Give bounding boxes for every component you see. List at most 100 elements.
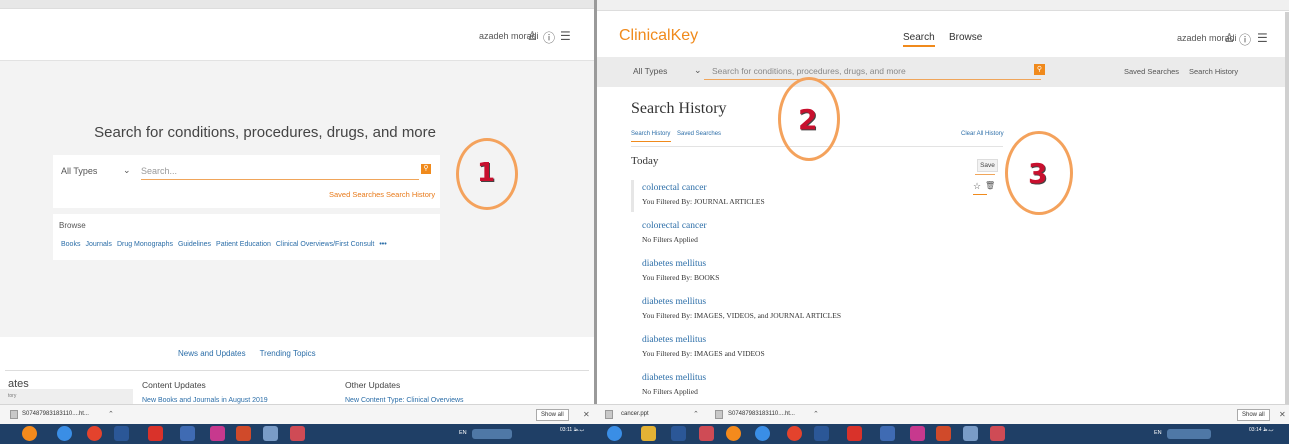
- nav-search[interactable]: Search: [903, 32, 935, 47]
- nav-browse[interactable]: Browse: [949, 32, 982, 43]
- close-icon[interactable]: ✕: [583, 410, 590, 419]
- chevron-down-icon[interactable]: ⌄: [123, 165, 131, 176]
- history-entry[interactable]: diabetes mellitus You Filtered By: IMAGE…: [642, 297, 841, 320]
- chrome-icon[interactable]: [87, 426, 102, 441]
- history-query[interactable]: colorectal cancer: [642, 183, 765, 193]
- history-query[interactable]: colorectal cancer: [642, 221, 707, 231]
- media-icon[interactable]: [210, 426, 225, 441]
- firefox-icon[interactable]: [726, 426, 741, 441]
- close-icon[interactable]: ✕: [1279, 410, 1286, 419]
- word-icon[interactable]: [814, 426, 829, 441]
- acrobat-icon[interactable]: [148, 426, 163, 441]
- ie-icon[interactable]: [755, 426, 770, 441]
- tab-news-and-updates[interactable]: News and Updates: [178, 349, 246, 358]
- file-icon: [715, 410, 723, 419]
- explorer-icon[interactable]: [180, 426, 195, 441]
- history-entry[interactable]: diabetes mellitus You Filtered By: BOOKS: [642, 259, 719, 282]
- right-header: ClinicalKey Search Browse azadeh moradi …: [597, 11, 1289, 57]
- browse-link-books[interactable]: Books: [61, 241, 80, 248]
- history-entry[interactable]: diabetes mellitus No Filters Applied: [642, 373, 706, 396]
- tab-trending-topics[interactable]: Trending Topics: [260, 349, 316, 358]
- start-icon[interactable]: [607, 426, 622, 441]
- language-indicator[interactable]: EN: [459, 430, 467, 436]
- history-filter: You Filtered By: BOOKS: [642, 273, 720, 282]
- paint-icon[interactable]: [290, 426, 305, 441]
- history-entry[interactable]: colorectal cancer No Filters Applied: [642, 221, 707, 244]
- history-query[interactable]: diabetes mellitus: [642, 335, 765, 345]
- other-updates-item[interactable]: New Content Type: Clinical Overviews: [345, 397, 464, 404]
- show-all-button[interactable]: Show all: [536, 409, 569, 421]
- help-icon[interactable]: ⓘ: [1239, 31, 1251, 48]
- word-icon[interactable]: [114, 426, 129, 441]
- page-title: Search History: [631, 100, 727, 117]
- tray-icons[interactable]: [472, 429, 512, 439]
- tab-search-history[interactable]: Search History: [631, 131, 670, 137]
- ie-icon[interactable]: [57, 426, 72, 441]
- history-entry[interactable]: diabetes mellitus You Filtered By: IMAGE…: [642, 335, 765, 358]
- user-icon[interactable]: ♙: [527, 29, 538, 43]
- footer-side-panel: [0, 389, 133, 404]
- app-icon[interactable]: [963, 426, 978, 441]
- section-today: Today: [631, 155, 659, 167]
- browse-link-patient-education[interactable]: Patient Education: [216, 241, 271, 248]
- right-download-bar: cancer.ppt ⌃ S07487983183110....ht... ⌃ …: [597, 404, 1289, 424]
- app-icon[interactable]: [699, 426, 714, 441]
- type-select[interactable]: All Types: [61, 166, 97, 176]
- clear-all-history-link[interactable]: Clear All History: [961, 131, 1004, 137]
- right-browser-window: ClinicalKey Search Browse azadeh moradi …: [597, 0, 1289, 404]
- explorer-icon[interactable]: [880, 426, 895, 441]
- chrome-icon[interactable]: [787, 426, 802, 441]
- saved-searches-link[interactable]: Saved Searches: [329, 190, 384, 199]
- caret-up-icon[interactable]: ⌃: [108, 410, 114, 418]
- browse-link-drug-monographs[interactable]: Drug Monographs: [117, 241, 173, 248]
- browse-link-journals[interactable]: Journals: [85, 241, 111, 248]
- clock[interactable]: 03:11 ب.ظ: [560, 427, 584, 433]
- right-scrollbar[interactable]: [1285, 12, 1289, 404]
- history-query[interactable]: diabetes mellitus: [642, 297, 841, 307]
- search-history-link[interactable]: Search History: [1189, 67, 1238, 76]
- search-history-link[interactable]: Search History: [386, 190, 435, 199]
- chevron-down-icon[interactable]: ⌄: [694, 65, 702, 76]
- history-entry[interactable]: colorectal cancer You Filtered By: JOURN…: [642, 183, 765, 206]
- content-updates-item[interactable]: New Books and Journals in August 2019: [142, 397, 268, 404]
- search-button[interactable]: ⚲: [421, 164, 431, 174]
- type-select[interactable]: All Types: [633, 66, 667, 76]
- browse-link-clinical-overviews[interactable]: Clinical Overviews/First Consult: [276, 241, 374, 248]
- media-icon[interactable]: [910, 426, 925, 441]
- hover-indicator: [631, 180, 634, 212]
- powerpoint-icon[interactable]: [236, 426, 251, 441]
- language-indicator[interactable]: EN: [1154, 430, 1162, 436]
- show-all-button[interactable]: Show all: [1237, 409, 1270, 421]
- star-icon[interactable]: ☆: [973, 181, 981, 192]
- tray-icons[interactable]: [1167, 429, 1211, 439]
- history-query[interactable]: diabetes mellitus: [642, 373, 706, 383]
- search-input[interactable]: Search...: [141, 166, 177, 176]
- saved-searches-link[interactable]: Saved Searches: [1124, 67, 1179, 76]
- download-file[interactable]: S07487983183110....ht...: [728, 411, 795, 417]
- more-icon[interactable]: •••: [379, 241, 386, 248]
- user-icon[interactable]: ♙: [1224, 31, 1235, 45]
- menu-icon[interactable]: ☰: [1257, 31, 1268, 45]
- clock[interactable]: 03:14 ب.ظ: [1249, 427, 1274, 433]
- tab-saved-searches[interactable]: Saved Searches: [677, 131, 721, 137]
- download-file[interactable]: S07487983183110....ht...: [22, 411, 89, 417]
- app-icon[interactable]: [263, 426, 278, 441]
- caret-up-icon[interactable]: ⌃: [813, 410, 819, 418]
- history-query[interactable]: diabetes mellitus: [642, 259, 719, 269]
- app-icon[interactable]: [671, 426, 686, 441]
- menu-icon[interactable]: ☰: [560, 29, 571, 43]
- powerpoint-icon[interactable]: [936, 426, 951, 441]
- clinicalkey-logo[interactable]: ClinicalKey: [619, 27, 698, 45]
- search-button[interactable]: ⚲: [1034, 64, 1045, 75]
- trash-icon[interactable]: 🗑: [985, 181, 995, 190]
- browse-link-guidelines[interactable]: Guidelines: [178, 241, 211, 248]
- acrobat-icon[interactable]: [847, 426, 862, 441]
- paint-icon[interactable]: [990, 426, 1005, 441]
- search-input[interactable]: Search for conditions, procedures, drugs…: [712, 66, 906, 76]
- help-icon[interactable]: ⓘ: [543, 29, 555, 46]
- firefox-icon[interactable]: [22, 426, 37, 441]
- folder-icon[interactable]: [641, 426, 656, 441]
- download-file[interactable]: cancer.ppt: [621, 411, 649, 417]
- history-filter: You Filtered By: JOURNAL ARTICLES: [642, 197, 765, 206]
- caret-up-icon[interactable]: ⌃: [693, 410, 699, 418]
